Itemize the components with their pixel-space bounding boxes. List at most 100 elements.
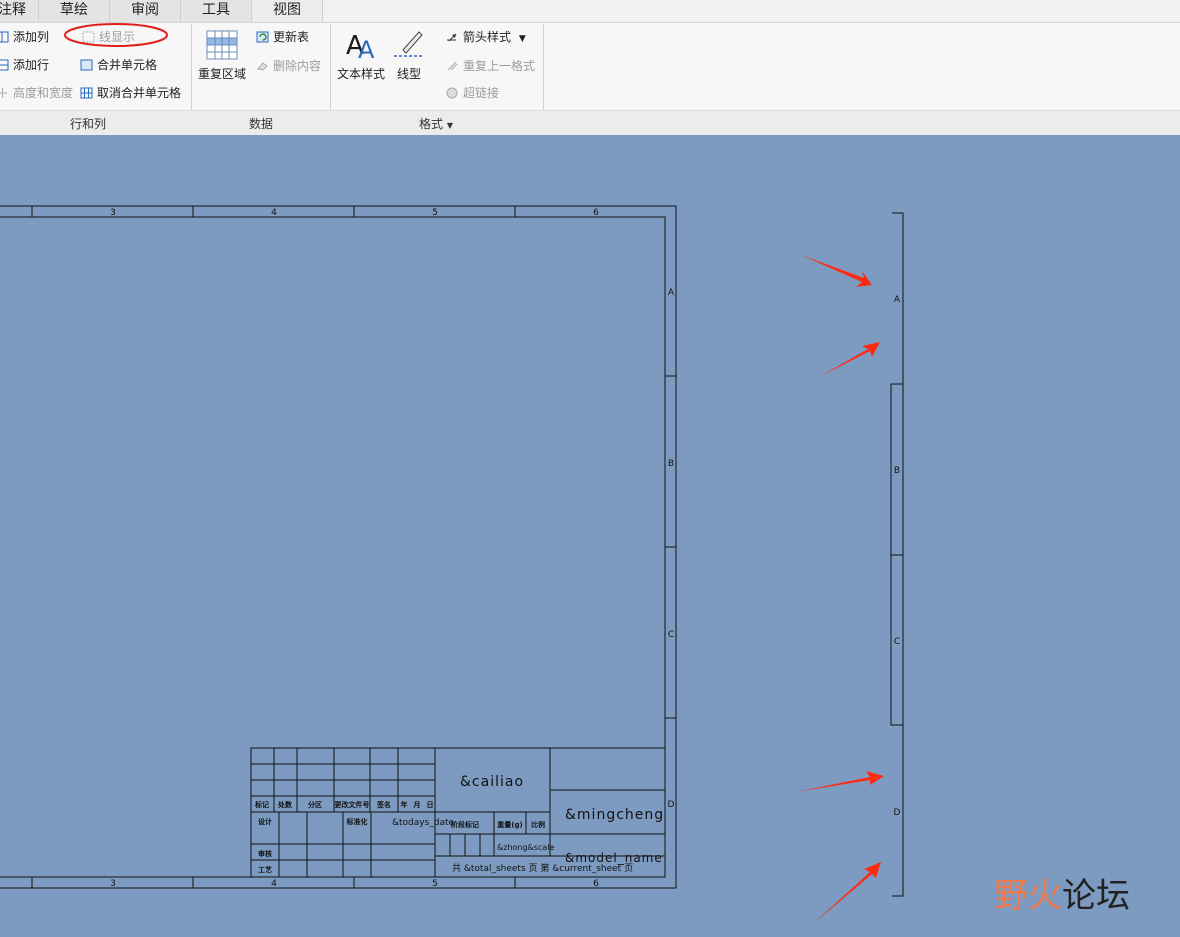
format-painter-icon [447,61,458,71]
tab-view[interactable]: 视图 [252,0,323,22]
unmerge-cells-label: 取消合并单元格 [97,86,182,100]
red-arrow-icon [819,342,880,377]
height-width-label: 高度和宽度 [13,86,74,100]
chevron-down-icon: ▼ [446,121,453,130]
delete-content-button[interactable]: 删除内容 [256,56,321,76]
text-style-icon: A A [346,31,375,64]
model-name-param: &model_name [565,851,663,865]
repeat-last-format-label: 重复上一格式 [463,59,536,73]
zone-label-right: B [668,459,674,469]
height-width-icon [0,88,7,98]
zone-label-top: 4 [271,208,277,218]
refresh-icon [256,31,269,43]
title-block-header: 月 [413,801,421,809]
zone-label-bottom: 6 [593,879,599,889]
dropdown-arrow-icon: ▼ [518,34,526,44]
add-column-label: 添加列 [13,30,50,44]
weight-scale-param: &zhong&scale [497,843,554,852]
title-block-header: 日 [427,801,434,809]
title-block-header: 年 [401,800,408,809]
red-arrow-icon [796,771,884,792]
scale-label: 比例 [531,820,545,829]
title-block-header: 分区 [308,800,322,809]
sheets-param: 共 &total_sheets 页 第 &current_sheet 页 [452,862,633,874]
repeat-region-icon [206,30,238,60]
zone-label-bottom: 5 [432,879,438,889]
merge-cells-label: 合并单元格 [97,58,158,72]
repeat-region-button[interactable]: 重复区域 [196,28,248,82]
add-column-button[interactable]: 添加列 [0,27,49,47]
merge-cells-icon [80,59,93,71]
todays-date-param: &todays_date [392,818,455,828]
side-strip-label: D [894,808,901,818]
side-strip-label: B [894,466,900,476]
svg-text:A: A [358,36,375,62]
title-block-header: 标记 [254,800,269,809]
hyperlink-button[interactable]: 超链接 [446,83,499,103]
text-style-button[interactable]: A A 文本样式 [334,26,388,82]
repeat-region-label: 重复区域 [197,67,246,81]
line-style-button[interactable]: 线型 [390,26,428,82]
zone-label-right: D [668,800,675,810]
group-label-format[interactable]: 格式 ▼ [419,115,453,132]
delete-content-label: 删除内容 [273,59,322,73]
unmerge-cells-button[interactable]: 取消合并单元格 [80,83,181,103]
zone-label-top: 3 [110,208,116,218]
zone-label-bottom: 4 [271,879,277,889]
group-label-format-text: 格式 [419,117,444,131]
title-block-header: 签名 [376,800,391,809]
zone-label-right: A [668,288,675,298]
ribbon-group-labels: 行和列 数据 格式 ▼ [0,110,1180,135]
line-style-label: 线型 [396,67,421,81]
group-label-data: 数据 [249,117,274,131]
height-width-button[interactable]: 高度和宽度 [0,83,73,103]
annotation-arrows [796,255,884,925]
globe-link-icon [446,87,458,99]
arrow-style-button[interactable]: 箭头样式 ▼ [446,27,526,47]
zone-label-bottom: 3 [110,879,116,889]
review-label: 审核 [258,849,272,858]
weight-label: 重量(g) [497,820,522,829]
drawing-canvas[interactable]: 3 4 5 6 3 4 5 6 A B C D A B C D 标记 处数 分区… [0,135,1180,934]
tab-review[interactable]: 审阅 [110,0,181,22]
side-strip-label: C [894,637,900,647]
side-strip-label: A [894,295,901,305]
forum-watermark: 野火论坛 [994,868,1130,917]
group-label-rows-cols: 行和列 [70,117,107,131]
eraser-icon [257,62,268,71]
arrow-style-label: 箭头样式 [463,30,512,44]
title-block-header: 更改文件号 [335,800,370,809]
add-column-icon [0,31,9,43]
zone-label-top: 6 [593,208,599,218]
red-arrow-icon [801,255,872,287]
zone-label-right: C [668,630,674,640]
zone-label-top: 5 [432,208,438,218]
add-row-icon [0,59,9,71]
hyperlink-label: 超链接 [463,86,500,100]
watermark-part1: 野火 [994,876,1062,916]
highlight-circle [64,23,168,47]
drawing-sheet: 3 4 5 6 3 4 5 6 A B C D A B C D 标记 处数 分区… [0,205,904,925]
standardize-label: 标准化 [346,817,368,826]
repeat-last-format-button[interactable]: 重复上一格式 [446,56,535,76]
text-style-label: 文本样式 [336,67,385,81]
watermark-part2: 论坛 [1062,876,1130,916]
update-table-button[interactable]: 更新表 [256,27,309,47]
name-param: &mingcheng [565,807,664,823]
tab-tools[interactable]: 工具 [181,0,252,22]
arrow-style-icon [447,33,457,42]
add-row-button[interactable]: 添加行 [0,55,49,75]
material-param: &cailiao [460,774,524,790]
tab-annotate[interactable]: 注释 [0,0,39,22]
unmerge-cells-icon [80,87,93,99]
design-label: 设计 [258,817,272,826]
update-table-label: 更新表 [273,30,310,44]
merge-cells-button[interactable]: 合并单元格 [80,55,157,75]
stage-mark-label: 阶段标记 [451,820,479,829]
pen-line-icon [394,31,424,57]
tab-sketch[interactable]: 草绘 [39,0,110,22]
title-block-header: 处数 [277,800,293,809]
red-arrow-icon [812,862,881,925]
ribbon-tab-bar: 注释 草绘 审阅 工具 视图 [0,0,1180,23]
add-row-label: 添加行 [13,58,50,72]
